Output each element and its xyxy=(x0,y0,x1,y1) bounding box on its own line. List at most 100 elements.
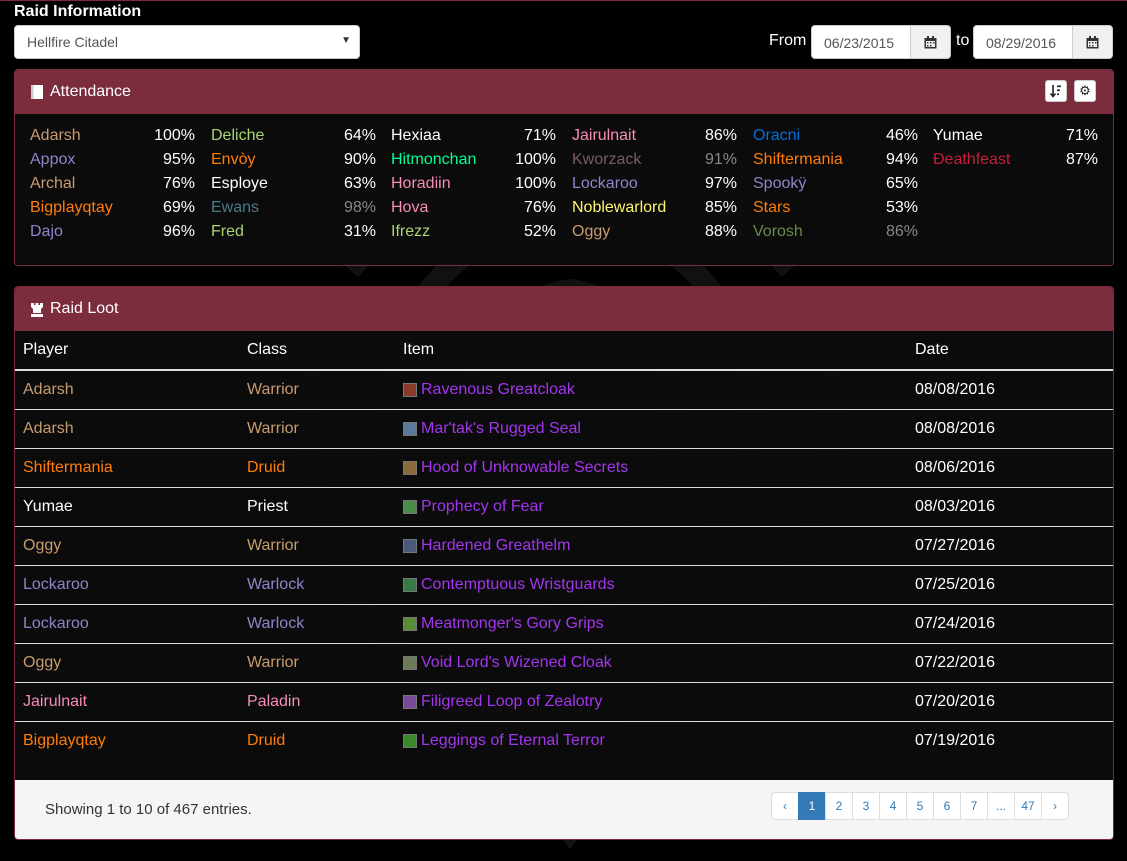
from-calendar-button[interactable] xyxy=(911,25,951,59)
item-link[interactable]: Hardened Greathelm xyxy=(421,537,570,555)
settings-button[interactable]: ⚙ xyxy=(1074,80,1096,102)
next-page-button[interactable]: › xyxy=(1041,792,1069,820)
attendance-percent: 52% xyxy=(523,223,556,240)
item-link[interactable]: Ravenous Greatcloak xyxy=(421,381,575,399)
player-cell[interactable]: Jairulnait xyxy=(15,682,239,722)
player-name[interactable]: Esploye xyxy=(211,175,268,193)
player-cell[interactable]: Adarsh xyxy=(15,370,239,410)
player-name[interactable]: Envòy xyxy=(211,151,255,169)
table-spacer xyxy=(15,760,1113,780)
player-name[interactable]: Yumae xyxy=(933,127,983,145)
player-cell[interactable]: Lockaroo xyxy=(15,565,239,605)
sort-button[interactable] xyxy=(1045,80,1067,102)
player-name[interactable]: Lockaroo xyxy=(572,175,638,193)
item-cell: Hood of Unknowable Secrets xyxy=(395,448,907,488)
player-name[interactable]: Bigplayqtay xyxy=(30,199,113,217)
class-cell: Warlock xyxy=(239,604,395,644)
attendance-percent: 91% xyxy=(704,151,737,168)
item-wrapper: Meatmonger's Gory Grips xyxy=(403,615,899,633)
player-name[interactable]: Oracni xyxy=(753,127,800,145)
date-cell: 07/25/2016 xyxy=(907,565,1113,605)
player-name[interactable]: Ewans xyxy=(211,199,259,217)
player-name[interactable]: Ifrezz xyxy=(391,223,430,241)
player-name[interactable]: Ðeathfeast xyxy=(933,151,1010,169)
page-6-button[interactable]: 6 xyxy=(933,792,961,820)
attendance-panel: Attendance ⚙ Adarsh 100% Appox 95% Archal 76%… xyxy=(14,69,1114,266)
column-header-class[interactable]: Class xyxy=(239,331,395,371)
page-47-button[interactable]: 47 xyxy=(1014,792,1042,820)
attendance-entry: Adarsh 100% xyxy=(30,127,195,151)
from-date-input[interactable]: 06/23/2015 xyxy=(811,25,911,59)
class-cell: Druid xyxy=(239,448,395,488)
player-name[interactable]: Noblewarlord xyxy=(572,199,666,217)
page-3-button[interactable]: 3 xyxy=(852,792,880,820)
attendance-percent: 86% xyxy=(704,127,737,144)
player-name[interactable]: Archal xyxy=(30,175,75,193)
item-link[interactable]: Meatmonger's Gory Grips xyxy=(421,615,604,633)
item-link[interactable]: Prophecy of Fear xyxy=(421,498,544,516)
attendance-column: Oracni 46% Shiftermania 94% Spookÿ 65% Stars 53… xyxy=(753,127,918,247)
player-cell[interactable]: Adarsh xyxy=(15,409,239,449)
player-name[interactable]: Horadiin xyxy=(391,175,451,193)
item-link[interactable]: Leggings of Eternal Terror xyxy=(421,732,605,750)
attendance-percent: 86% xyxy=(885,223,918,240)
player-name[interactable]: Dajo xyxy=(30,223,63,241)
item-cell: Void Lord's Wizened Cloak xyxy=(395,643,907,683)
column-header-item[interactable]: Item xyxy=(395,331,907,371)
player-cell[interactable]: Shiftermania xyxy=(15,448,239,488)
player-cell[interactable]: Oggy xyxy=(15,643,239,683)
page-1-button[interactable]: 1 xyxy=(798,792,826,820)
player-name[interactable]: Vorosh xyxy=(753,223,803,241)
player-cell[interactable]: Yumae xyxy=(15,487,239,527)
item-link[interactable]: Filigreed Loop of Zealotry xyxy=(421,693,602,711)
player-name[interactable]: Appox xyxy=(30,151,75,169)
item-link[interactable]: Mar'tak's Rugged Seal xyxy=(421,420,581,438)
item-cell: Mar'tak's Rugged Seal xyxy=(395,409,907,449)
player-name[interactable]: Kworzack xyxy=(572,151,641,169)
column-header-date[interactable]: Date xyxy=(907,331,1113,371)
to-date-input[interactable]: 08/29/2016 xyxy=(973,25,1073,59)
player-name[interactable]: Hova xyxy=(391,199,428,217)
player-name[interactable]: Jairulnait xyxy=(572,127,636,145)
attendance-entry: Ifrezz 52% xyxy=(391,223,556,247)
player-name[interactable]: Fred xyxy=(211,223,244,241)
player-name[interactable]: Shiftermania xyxy=(753,151,843,169)
item-icon xyxy=(403,539,417,553)
to-calendar-button[interactable] xyxy=(1073,25,1113,59)
page-5-button[interactable]: 5 xyxy=(906,792,934,820)
table-row: Adarsh Warrior Mar'tak's Rugged Seal 08/08/… xyxy=(15,409,1113,449)
player-name[interactable]: Oggy xyxy=(572,223,610,241)
attendance-entry: Oggy 88% xyxy=(572,223,737,247)
page-2-button[interactable]: 2 xyxy=(825,792,853,820)
page-4-button[interactable]: 4 xyxy=(879,792,907,820)
calendar-icon xyxy=(924,35,937,48)
date-cell: 07/22/2016 xyxy=(907,643,1113,683)
attendance-entry: Ðeathfeast 87% xyxy=(933,151,1098,175)
player-name[interactable]: Spookÿ xyxy=(753,175,806,193)
table-row: Adarsh Warrior Ravenous Greatcloak 08/08/20… xyxy=(15,370,1113,410)
page-7-button[interactable]: 7 xyxy=(960,792,988,820)
date-cell: 07/19/2016 xyxy=(907,721,1113,760)
caret-down-icon: ▼ xyxy=(341,35,351,46)
raid-select[interactable]: Hellfire Citadel ▼ xyxy=(14,25,360,59)
item-link[interactable]: Contemptuous Wristguards xyxy=(421,576,615,594)
player-name[interactable]: Adarsh xyxy=(30,127,81,145)
player-name[interactable]: Stars xyxy=(753,199,790,217)
player-cell[interactable]: Lockaroo xyxy=(15,604,239,644)
player-name[interactable]: Deliche xyxy=(211,127,264,145)
player-name[interactable]: Hitmonchan xyxy=(391,151,476,169)
raid-loot-panel-header: Raid Loot xyxy=(15,287,1113,331)
item-cell: Contemptuous Wristguards xyxy=(395,565,907,605)
date-cell: 07/27/2016 xyxy=(907,526,1113,566)
page-ellipsis: ... xyxy=(987,792,1015,820)
player-cell[interactable]: Oggy xyxy=(15,526,239,566)
item-link[interactable]: Hood of Unknowable Secrets xyxy=(421,459,628,477)
item-link[interactable]: Void Lord's Wizened Cloak xyxy=(421,654,612,672)
player-name[interactable]: Hexiaa xyxy=(391,127,441,145)
class-cell: Paladin xyxy=(239,682,395,722)
column-header-player[interactable]: Player xyxy=(15,331,239,371)
attendance-percent: 95% xyxy=(162,151,195,168)
attendance-entry: Jairulnait 86% xyxy=(572,127,737,151)
player-cell[interactable]: Bigplayqtay xyxy=(15,721,239,760)
prev-page-button[interactable]: ‹ xyxy=(771,792,799,820)
